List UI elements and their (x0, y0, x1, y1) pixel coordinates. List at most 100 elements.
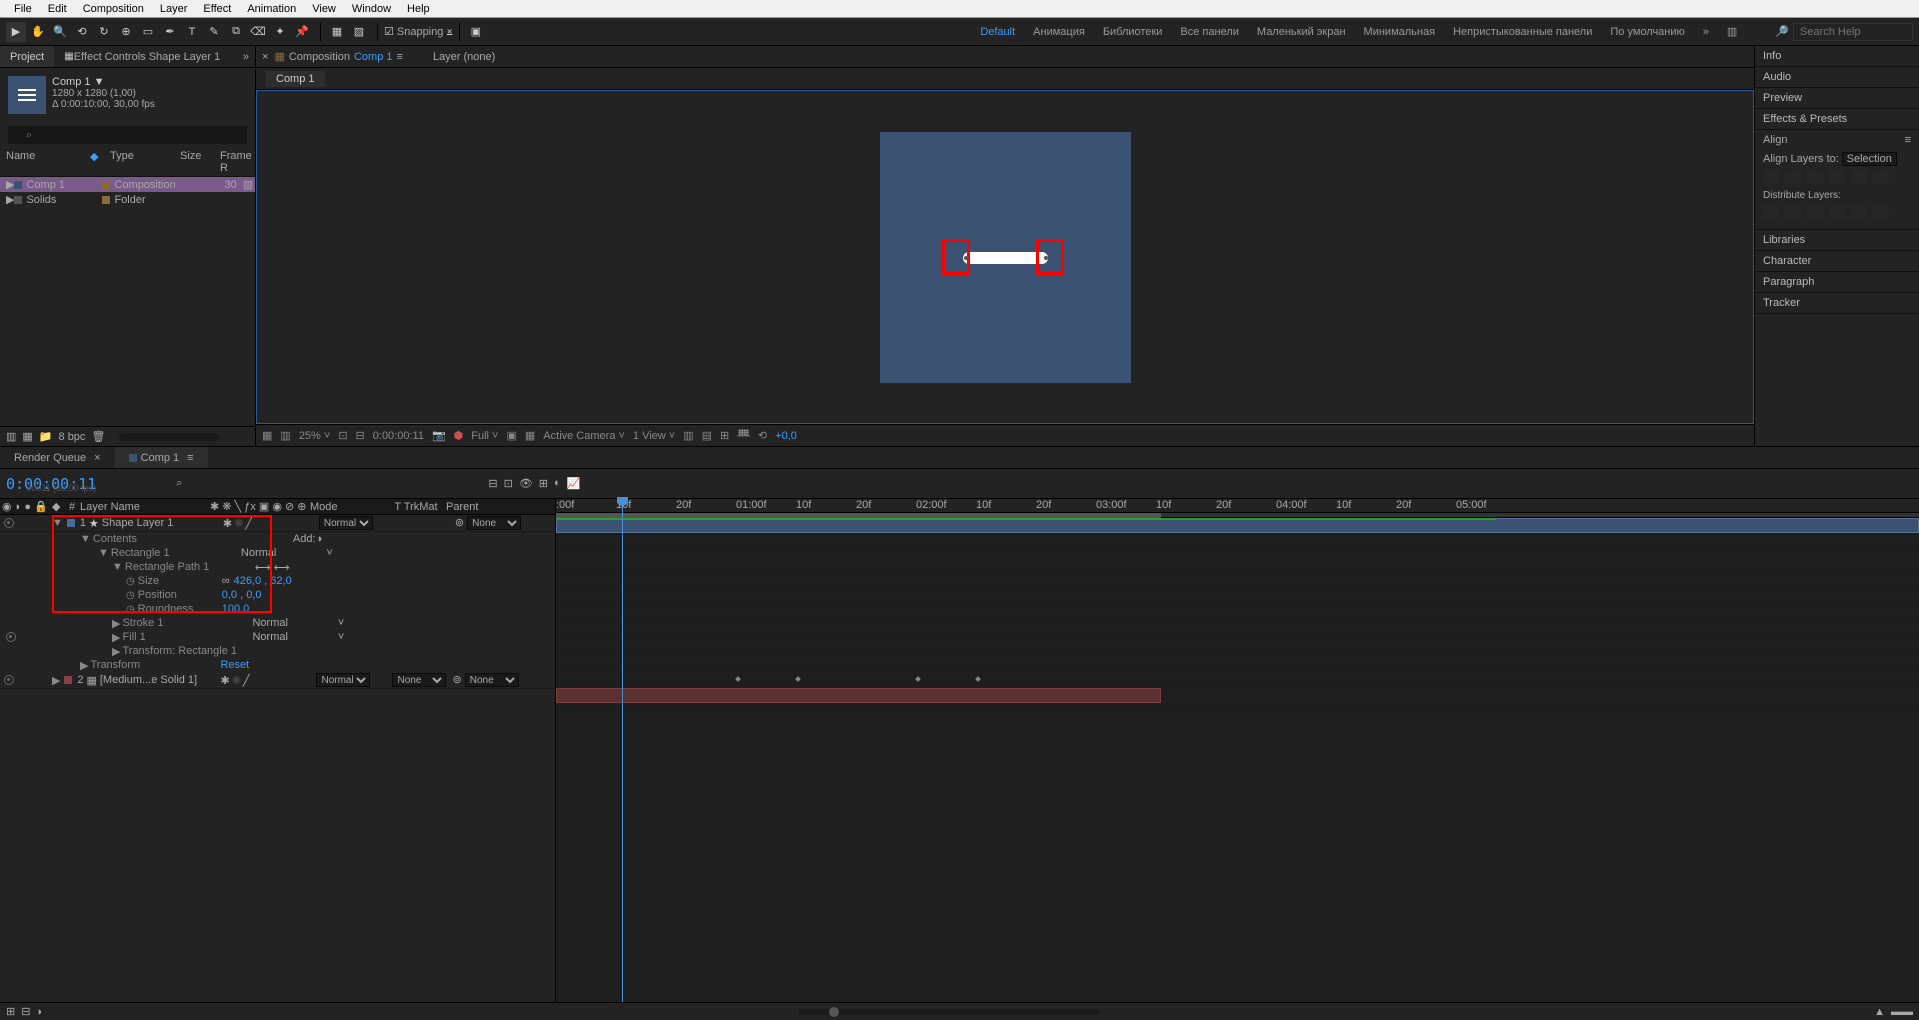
ws-undocked[interactable]: Непристыкованные панели (1453, 26, 1592, 38)
align-menu-icon[interactable]: ≡ (1905, 134, 1911, 146)
zoom-dropdown[interactable]: 25% ˅ (299, 430, 331, 442)
keyframe-3[interactable] (915, 676, 921, 682)
menu-composition[interactable]: Composition (75, 3, 152, 15)
align-vcenter-icon[interactable] (1851, 170, 1867, 184)
panel-audio[interactable]: Audio (1755, 67, 1919, 88)
alpha-icon[interactable]: ▦ (262, 429, 272, 442)
menu-file[interactable]: File (6, 3, 40, 15)
dist-left-icon[interactable] (1763, 205, 1779, 219)
project-search-input[interactable] (8, 126, 247, 144)
exposure-value[interactable]: +0,0 (775, 430, 797, 442)
transparency-icon[interactable]: ▦ (525, 429, 535, 442)
align-right-icon[interactable] (1807, 170, 1823, 184)
timeline-comp-tab[interactable]: Comp 1≡ (115, 447, 208, 468)
brush-tool-icon[interactable]: ✎ (204, 22, 224, 42)
keyframe-1[interactable] (735, 676, 741, 682)
ws-animation[interactable]: Анимация (1033, 26, 1085, 38)
comp-viewer-tab[interactable]: Comp 1 (266, 71, 325, 87)
timeline-zoom-slider[interactable] (799, 1009, 1099, 1015)
text-tool-icon[interactable]: T (182, 22, 202, 42)
transform-rect-row[interactable]: ▶Transform: Rectangle 1 (0, 644, 555, 658)
menu-animation[interactable]: Animation (239, 3, 304, 15)
tl-icon2[interactable]: ⊡ (504, 477, 513, 490)
timeline-icon[interactable]: ⊞ (720, 429, 729, 442)
layer-2-row[interactable]: ▶ 2 ▦ [Medium...e Solid 1] ✱❋╱ Normal No… (0, 672, 555, 689)
project-tab[interactable]: Project (0, 46, 54, 67)
fill-visibility-icon[interactable] (6, 632, 16, 642)
align-left-icon[interactable] (1763, 170, 1779, 184)
res-dropdown[interactable]: Full ˅ (471, 430, 498, 442)
pixel-aspect-icon[interactable]: ▥ (683, 429, 693, 442)
interpret-footage-icon[interactable]: ▥ (6, 430, 16, 443)
roto-tool-icon[interactable]: ✦ (270, 22, 290, 42)
fill-row[interactable]: ▶Fill 1Normal˅ (0, 630, 555, 644)
menu-help[interactable]: Help (399, 3, 438, 15)
comp-name-label[interactable]: Comp 1 ▼ (52, 76, 155, 88)
roi-icon[interactable]: ▣ (506, 429, 516, 442)
timecode-display[interactable]: 0:00:00:11 (373, 430, 424, 442)
layer2-twirl-icon[interactable]: ▶ (52, 674, 60, 687)
canvas[interactable] (880, 132, 1131, 383)
align-hcenter-icon[interactable] (1785, 170, 1801, 184)
project-item-solids[interactable]: ▶Solids Folder (0, 192, 255, 207)
bpc-label[interactable]: 8 bpc (59, 431, 86, 443)
zoom-tool-icon[interactable]: 🔍 (50, 22, 70, 42)
layer2-mode-dropdown[interactable]: Normal (316, 673, 370, 687)
layer-panel-label[interactable]: Layer (none) (433, 51, 495, 63)
new-folder-icon[interactable]: 📁 (39, 430, 53, 443)
menu-edit[interactable]: Edit (40, 3, 75, 15)
effect-controls-tab[interactable]: ▦ Effect Controls Shape Layer 1 (54, 46, 230, 67)
panel-paragraph[interactable]: Paragraph (1755, 272, 1919, 293)
panel-preview[interactable]: Preview (1755, 88, 1919, 109)
hand-tool-icon[interactable]: ✋ (28, 22, 48, 42)
menu-window[interactable]: Window (344, 3, 399, 15)
ws-libraries[interactable]: Библиотеки (1103, 26, 1163, 38)
menu-view[interactable]: View (304, 3, 344, 15)
time-ruler[interactable]: :00f 10f 20f 01:00f 10f 20f 02:00f 10f 2… (556, 499, 1919, 513)
project-slider[interactable] (119, 433, 219, 441)
layer1-mode-dropdown[interactable]: Normal (319, 516, 373, 530)
keyframe-4[interactable] (975, 676, 981, 682)
view-layout-dropdown[interactable]: 1 View ˅ (633, 430, 675, 442)
ws-small-screen[interactable]: Маленький экран (1257, 26, 1346, 38)
toggle-modes-icon[interactable]: ⊟ (21, 1005, 30, 1018)
zoom-in-icon[interactable]: ▬▬ (1891, 1006, 1913, 1018)
menu-layer[interactable]: Layer (152, 3, 196, 15)
panel-overflow-icon[interactable]: » (237, 51, 255, 63)
orbit-tool-icon[interactable]: ⟲ (72, 22, 92, 42)
ws-minimal[interactable]: Минимальная (1364, 26, 1436, 38)
dist-hcenter-icon[interactable] (1785, 205, 1801, 219)
project-item-comp1[interactable]: ▶Comp 1 Composition 30▥ (0, 177, 255, 192)
align-top-icon[interactable] (1829, 170, 1845, 184)
flowchart-icon[interactable]: ᚙ (737, 429, 750, 442)
motion-blur-icon[interactable]: ◐ (554, 477, 561, 490)
toggle-switches-icon[interactable]: ⊞ (6, 1005, 15, 1018)
fill-icon[interactable]: ▣ (466, 22, 486, 42)
layer1-visibility-icon[interactable] (4, 518, 14, 528)
transform-row[interactable]: ▶TransformReset (0, 658, 555, 672)
render-queue-tab[interactable]: Render Queue× (0, 447, 115, 468)
timeline-tracks[interactable]: :00f 10f 20f 01:00f 10f 20f 02:00f 10f 2… (556, 499, 1919, 1002)
dist-right-icon[interactable] (1807, 205, 1823, 219)
ws-menu-icon[interactable]: ▥ (1727, 25, 1737, 38)
layer1-parent-dropdown[interactable]: None (467, 516, 521, 530)
viewport[interactable] (256, 90, 1754, 424)
rect-tool-icon[interactable]: ▭ (138, 22, 158, 42)
stroke-row[interactable]: ▶Stroke 1Normal˅ (0, 616, 555, 630)
puppet-tool-icon[interactable]: 📌 (292, 22, 312, 42)
graph-editor-icon[interactable]: 📈 (567, 477, 581, 490)
panel-libraries[interactable]: Libraries (1755, 230, 1919, 251)
dist-bottom-icon[interactable] (1873, 205, 1889, 219)
timeline-search-icon[interactable]: ⌕ (176, 477, 182, 490)
world-axis-icon[interactable]: ▨ (349, 22, 369, 42)
new-comp-icon[interactable]: ▦ (22, 430, 32, 443)
comp-name-active[interactable]: Comp 1 (354, 51, 393, 63)
align-bottom-icon[interactable] (1873, 170, 1889, 184)
res-full-icon[interactable]: ⊡ (338, 429, 347, 442)
menu-effect[interactable]: Effect (195, 3, 239, 15)
toggle-av-icon[interactable]: ◗ (36, 1006, 43, 1018)
add-shape-icon[interactable]: ◑ (316, 533, 323, 545)
tl-icon1[interactable]: ⊟ (488, 477, 497, 490)
frame-blend-icon[interactable]: ⊞ (539, 477, 548, 490)
pen-tool-icon[interactable]: ✒ (160, 22, 180, 42)
